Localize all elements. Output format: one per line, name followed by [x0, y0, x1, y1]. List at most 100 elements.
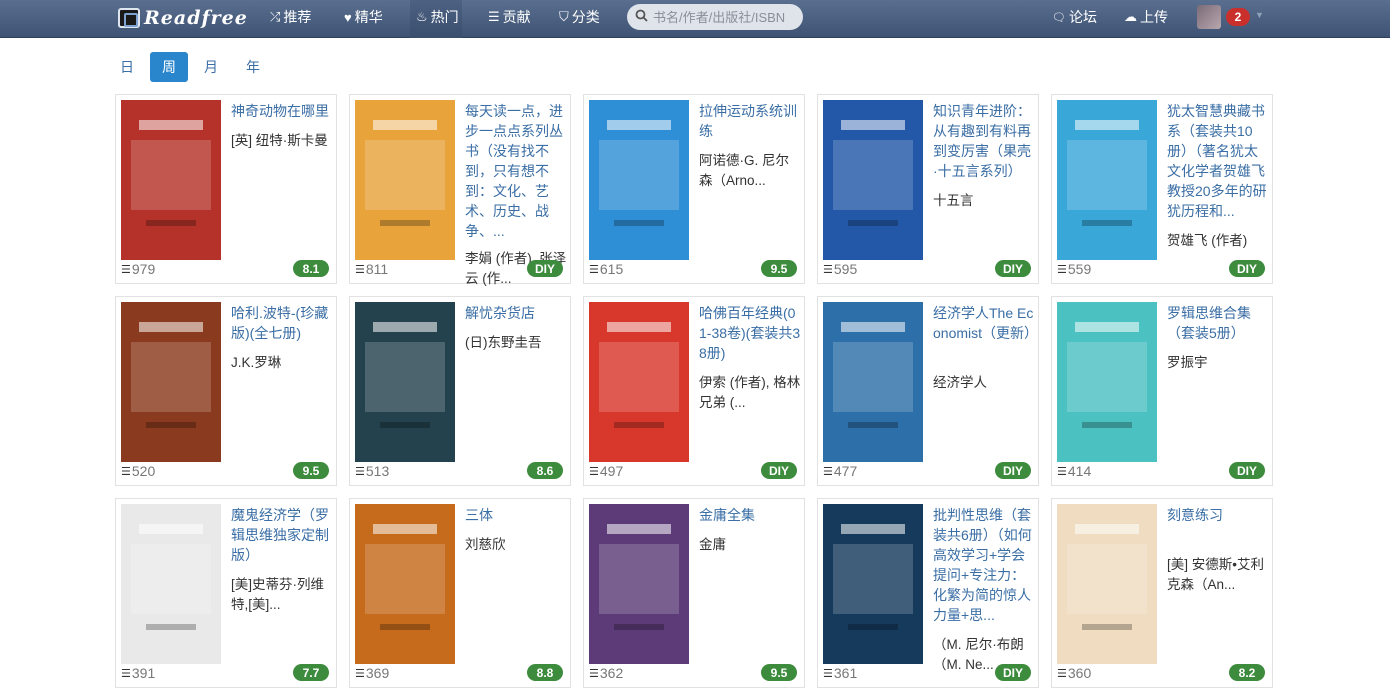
book-card[interactable]: 每天读一点，进步一点点系列丛书（没有找不到，只有想不到：文化、艺术、历史、战争、… — [349, 94, 571, 286]
book-title-link[interactable]: 三体 — [465, 505, 567, 525]
book-title-link[interactable]: 经济学人The Economist（更新） — [933, 303, 1038, 343]
book-card[interactable]: 哈佛百年经典(01-38卷)(套装共38册) 伊索 (作者), 格林兄弟 (...… — [583, 296, 805, 486]
book-card[interactable]: 魔鬼经济学（罗辑思维独家定制版） [美]史蒂芬·列维特,[美]... ☰ 391 7.7 — [115, 498, 337, 688]
book-author: [英] 纽特·斯卡曼 — [231, 133, 328, 148]
shuffle-icon: ⤮ — [270, 9, 281, 24]
tab-month[interactable]: 月 — [192, 52, 230, 82]
book-count-value: 979 — [131, 261, 156, 277]
book-count: ☰ 497 — [589, 463, 623, 479]
search-icon[interactable] — [635, 9, 648, 25]
book-card[interactable]: 金庸全集 金庸 ☰ 362 9.5 — [583, 498, 805, 688]
list-icon: ☰ — [488, 9, 500, 24]
book-card[interactable]: 哈利.波特-(珍藏版)(全七册) J.K.罗琳 ☰ 520 9.5 — [115, 296, 337, 486]
list-icon: ☰ — [1057, 465, 1067, 478]
book-card[interactable]: 拉伸运动系统训练 阿诺德·G. 尼尔森（Arno... ☰ 615 9.5 — [583, 94, 805, 284]
book-count-value: 513 — [365, 463, 390, 479]
search-input[interactable] — [653, 9, 793, 25]
book-count: ☰ 979 — [121, 261, 155, 277]
book-cover-image[interactable] — [589, 302, 689, 462]
book-title-link[interactable]: 刻意练习 — [1167, 505, 1269, 525]
nav-featured[interactable]: ♥ 精华 — [344, 6, 383, 28]
book-cover-image[interactable] — [589, 100, 689, 260]
book-cover-image[interactable] — [355, 504, 455, 664]
book-cover-image[interactable] — [1057, 100, 1157, 260]
book-cover-image[interactable] — [355, 100, 455, 260]
nav-forum[interactable]: 🗨 论坛 — [1052, 6, 1097, 28]
period-tabs: 日 周 月 年 — [108, 52, 272, 82]
list-icon: ☰ — [589, 465, 599, 478]
nav-contribute[interactable]: ☰ 贡献 — [488, 6, 531, 28]
book-card[interactable]: 经济学人The Economist（更新） 经济学人 ☰ 477 DIY — [817, 296, 1039, 486]
book-count-value: 497 — [599, 463, 624, 479]
book-cover-image[interactable] — [823, 302, 923, 462]
book-cover-image[interactable] — [1057, 504, 1157, 664]
list-icon: ☰ — [823, 263, 833, 276]
book-rating-badge: DIY — [526, 260, 563, 277]
book-count-value: 615 — [599, 261, 624, 277]
book-cover-image[interactable] — [823, 100, 923, 260]
book-cover-image[interactable] — [121, 100, 221, 260]
book-card[interactable]: 犹太智慧典藏书系（套装共10册）（著名犹太文化学者贺雄飞教授20多年的研犹历程和… — [1051, 94, 1273, 284]
book-card[interactable]: 三体 刘慈欣 ☰ 369 8.8 — [349, 498, 571, 688]
book-count-value: 811 — [365, 261, 389, 277]
book-count-value: 369 — [365, 665, 390, 681]
book-card[interactable]: 知识青年进阶：从有趣到有料再到变厉害（果壳·十五言系列） 十五言 ☰ 595 DIY — [817, 94, 1039, 284]
notification-badge[interactable]: 2 — [1226, 8, 1250, 26]
book-count: ☰ 811 — [355, 261, 388, 277]
tab-week[interactable]: 周 — [150, 52, 188, 82]
book-author: J.K.罗琳 — [231, 355, 282, 370]
book-author: 经济学人 — [933, 375, 987, 390]
book-count-value: 559 — [1067, 261, 1092, 277]
list-icon: ☰ — [1057, 263, 1067, 276]
user-avatar[interactable] — [1197, 5, 1221, 29]
book-count-value: 362 — [599, 665, 624, 681]
book-title-link[interactable]: 解忧杂货店 — [465, 303, 567, 323]
book-cover-image[interactable] — [121, 504, 221, 664]
book-cover-image[interactable] — [1057, 302, 1157, 462]
book-author: 金庸 — [699, 537, 726, 552]
book-title-link[interactable]: 魔鬼经济学（罗辑思维独家定制版） — [231, 505, 333, 565]
book-title-link[interactable]: 犹太智慧典藏书系（套装共10册）（著名犹太文化学者贺雄飞教授20多年的研犹历程和… — [1167, 101, 1269, 221]
search-box — [627, 4, 803, 30]
book-title-link[interactable]: 神奇动物在哪里 — [231, 101, 333, 121]
nav-recommend[interactable]: ⤮ 推荐 — [270, 6, 311, 28]
tab-day[interactable]: 日 — [108, 52, 146, 82]
book-card[interactable]: 解忧杂货店 (日)东野圭吾 ☰ 513 8.6 — [349, 296, 571, 486]
book-cover-image[interactable] — [823, 504, 923, 664]
book-title-link[interactable]: 金庸全集 — [699, 505, 801, 525]
book-count-value: 595 — [833, 261, 858, 277]
nav-category[interactable]: ⛉ 分类 — [559, 6, 600, 28]
book-title-link[interactable]: 罗辑思维合集（套装5册） — [1167, 303, 1269, 343]
nav-hot[interactable]: ♨ 热门 — [416, 6, 459, 28]
book-card[interactable]: 批判性思维（套装共6册）（如何高效学习+学会提问+专注力：化繁为简的惊人力量+思… — [817, 498, 1039, 688]
list-icon: ☰ — [823, 667, 833, 680]
book-title-link[interactable]: 哈利.波特-(珍藏版)(全七册) — [231, 303, 333, 343]
book-card[interactable]: 刻意练习 [美] 安德斯•艾利克森（An... ☰ 360 8.2 — [1051, 498, 1273, 688]
book-count: ☰ 477 — [823, 463, 857, 479]
nav-forum-label: 论坛 — [1068, 9, 1097, 25]
book-cover-image[interactable] — [355, 302, 455, 462]
book-card[interactable]: 罗辑思维合集（套装5册） 罗振宇 ☰ 414 DIY — [1051, 296, 1273, 486]
chevron-down-icon[interactable]: ▼ — [1255, 10, 1264, 20]
book-title-link[interactable]: 批判性思维（套装共6册）（如何高效学习+学会提问+专注力：化繁为简的惊人力量+思… — [933, 505, 1035, 625]
brand-name: Readfree — [144, 7, 248, 29]
book-count: ☰ 361 — [823, 665, 857, 681]
book-title-link[interactable]: 哈佛百年经典(01-38卷)(套装共38册) — [699, 303, 801, 363]
tab-year[interactable]: 年 — [234, 52, 272, 82]
book-title-link[interactable]: 每天读一点，进步一点点系列丛书（没有找不到，只有想不到：文化、艺术、历史、战争、… — [465, 101, 567, 241]
book-cover-image[interactable] — [121, 302, 221, 462]
book-card[interactable]: 神奇动物在哪里 [英] 纽特·斯卡曼 ☰ 979 8.1 — [115, 94, 337, 284]
nav-upload[interactable]: ☁ 上传 — [1124, 6, 1168, 28]
book-title-link[interactable]: 拉伸运动系统训练 — [699, 101, 801, 141]
brand-logo-link[interactable]: Readfree — [118, 4, 248, 32]
book-title-link[interactable]: 知识青年进阶：从有趣到有料再到变厉害（果壳·十五言系列） — [933, 101, 1035, 181]
list-icon: ☰ — [121, 667, 131, 680]
book-rating-badge: 9.5 — [761, 664, 797, 681]
book-author: 贺雄飞 (作者) — [1167, 233, 1248, 248]
book-cover-image[interactable] — [589, 504, 689, 664]
nav-hot-label: 热门 — [430, 9, 459, 25]
book-count: ☰ 360 — [1057, 665, 1091, 681]
book-rating-badge: DIY — [760, 462, 797, 479]
book-rating-badge: DIY — [994, 260, 1031, 277]
book-count-value: 360 — [1067, 665, 1092, 681]
